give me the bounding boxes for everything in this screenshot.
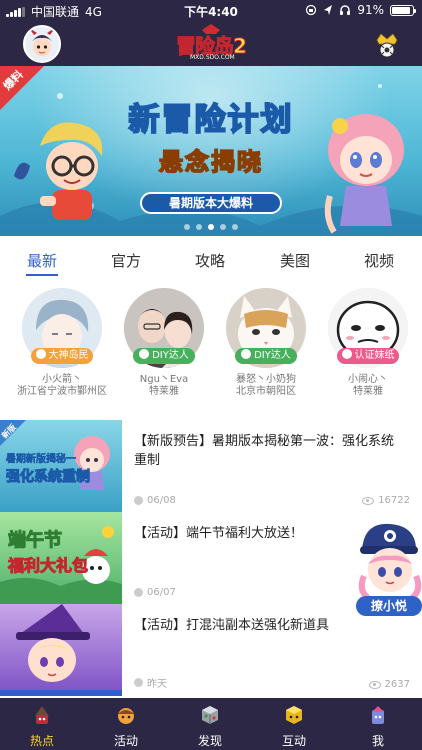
user-card[interactable]: DIY达人 Ngu丶Eva 特莱雅	[112, 284, 216, 404]
eye-icon	[368, 680, 381, 689]
banner-dot[interactable]	[232, 224, 238, 230]
nav-label: 发现	[197, 734, 222, 748]
app-logo: 冒险岛2 MXD.SDO.COM	[172, 24, 250, 64]
post-date: 06/08	[134, 495, 176, 506]
tab-videos[interactable]: 视频	[364, 250, 394, 271]
post-title: 【活动】打混沌副本送强化新道具	[134, 618, 330, 633]
nav-label: 互动	[281, 734, 306, 748]
list-item[interactable]: 新版 暑期新版揭秘一 强化系统重制 【新版预告】暑期版本揭秘第一波：强化系统重制…	[0, 420, 422, 512]
banner-title: 新冒险计划	[128, 101, 294, 139]
logo-subtext: MXD.SDO.COM	[190, 54, 235, 61]
banner-subtitle: 悬念揭晓	[158, 147, 263, 177]
nav-label: 热点	[29, 734, 54, 748]
user-card[interactable]: 认证妹纸 小闹心丶 特莱雅	[316, 284, 420, 404]
post-title: 【新版预告】暑期版本揭秘第一波：强化系统重制	[134, 434, 395, 468]
user-location: 北京市朝阳区	[236, 386, 296, 397]
nav-interact[interactable]: 互动	[252, 698, 336, 750]
promo-banner[interactable]: 爆料 新冒险计划 悬念揭晓 暑期版本大爆料	[0, 66, 422, 236]
user-location: 特莱雅	[353, 386, 383, 397]
assistant-label: 撩小悦	[356, 596, 422, 616]
assistant-float-button[interactable]: 撩小悦	[356, 520, 422, 616]
clock-icon	[134, 588, 143, 597]
assistant-character-icon	[358, 523, 422, 601]
category-tabs: 最新 官方 攻略 美图 视频	[0, 244, 422, 278]
banner-dot[interactable]	[208, 224, 214, 230]
thumb-caption-line1: 端午节	[8, 530, 63, 552]
nav-events[interactable]: 活动	[84, 698, 168, 750]
post-date: 06/07	[134, 587, 176, 598]
banner-pagination[interactable]	[0, 224, 422, 230]
list-item[interactable]: 【活动】打混沌副本送强化新道具 昨天 2637	[0, 604, 422, 696]
banner-girl-character	[324, 114, 404, 234]
banner-pill: 暑期版本大爆料	[140, 192, 282, 214]
tab-latest[interactable]: 最新	[27, 250, 57, 271]
post-thumbnail	[0, 604, 122, 696]
user-name: 小闹心丶	[348, 374, 388, 385]
ranking-crown-icon[interactable]	[374, 30, 400, 58]
banner-dot[interactable]	[184, 224, 190, 230]
user-badge: 认证妹纸	[337, 348, 399, 364]
tab-guides[interactable]: 攻略	[195, 250, 225, 271]
user-card[interactable]: 大神岛民 小火箭丶 浙江省宁波市鄞州区	[10, 284, 114, 404]
location-icon	[324, 5, 333, 15]
featured-users: 大神岛民 小火箭丶 浙江省宁波市鄞州区 DIY达人 Ngu丶Eva 特莱雅 DI…	[0, 284, 422, 404]
nav-me[interactable]: 我	[336, 698, 420, 750]
user-location: 浙江省宁波市鄞州区	[17, 386, 107, 397]
post-views: 2637	[368, 679, 410, 690]
eye-icon	[362, 496, 375, 505]
user-card[interactable]: DIY达人 暴怒丶小奶狗 北京市朝阳区	[214, 284, 318, 404]
nav-discover[interactable]: 发现	[168, 698, 252, 750]
me-character-icon	[372, 706, 384, 724]
bottom-nav: 热点 活动 发现 互动 我	[0, 698, 422, 750]
thumb-caption-line1: 暑期新版揭秘一	[6, 454, 77, 466]
user-badge: DIY达人	[133, 348, 195, 364]
app-header: 冒险岛2 MXD.SDO.COM	[0, 22, 422, 66]
thumb-caption-line2: 福利大礼包	[7, 556, 89, 576]
nav-label: 活动	[113, 734, 138, 748]
tab-active-indicator	[26, 274, 58, 276]
tab-official[interactable]: 官方	[111, 250, 141, 271]
nav-hot[interactable]: 热点	[0, 698, 84, 750]
avatar-character-icon	[25, 27, 59, 61]
thumb-caption-line2: 强化系统重制	[6, 469, 91, 486]
interact-cube-icon	[286, 706, 302, 724]
user-badge: DIY达人	[235, 348, 297, 364]
post-views: 16722	[362, 495, 410, 506]
profile-avatar[interactable]	[23, 25, 61, 63]
user-name: 小火箭丶	[42, 374, 82, 385]
post-date: 昨天	[134, 675, 167, 690]
post-thumbnail: 新版 暑期新版揭秘一 强化系统重制	[0, 420, 122, 512]
discover-cube-icon	[202, 706, 218, 724]
headphones-icon	[340, 5, 351, 15]
status-bar: 中国联通 4G 下午4:40 91%	[0, 0, 422, 22]
user-name: Ngu丶Eva	[139, 374, 189, 385]
nav-label: 我	[371, 734, 384, 748]
events-character-icon	[118, 708, 134, 724]
clock-icon	[134, 496, 143, 505]
clock-icon	[134, 678, 143, 687]
user-location: 特莱雅	[149, 386, 179, 397]
banner-dot[interactable]	[220, 224, 226, 230]
user-badge: 大神岛民	[31, 348, 93, 364]
banner-dot[interactable]	[196, 224, 202, 230]
hot-character-icon	[35, 706, 49, 724]
post-thumbnail: 端午节 福利大礼包	[0, 512, 122, 604]
rotation-lock-icon	[306, 4, 317, 16]
tab-pictures[interactable]: 美图	[280, 250, 310, 271]
user-name: 暴怒丶小奶狗	[236, 374, 296, 385]
battery-icon	[390, 4, 416, 16]
battery-percent: 91%	[357, 3, 384, 17]
